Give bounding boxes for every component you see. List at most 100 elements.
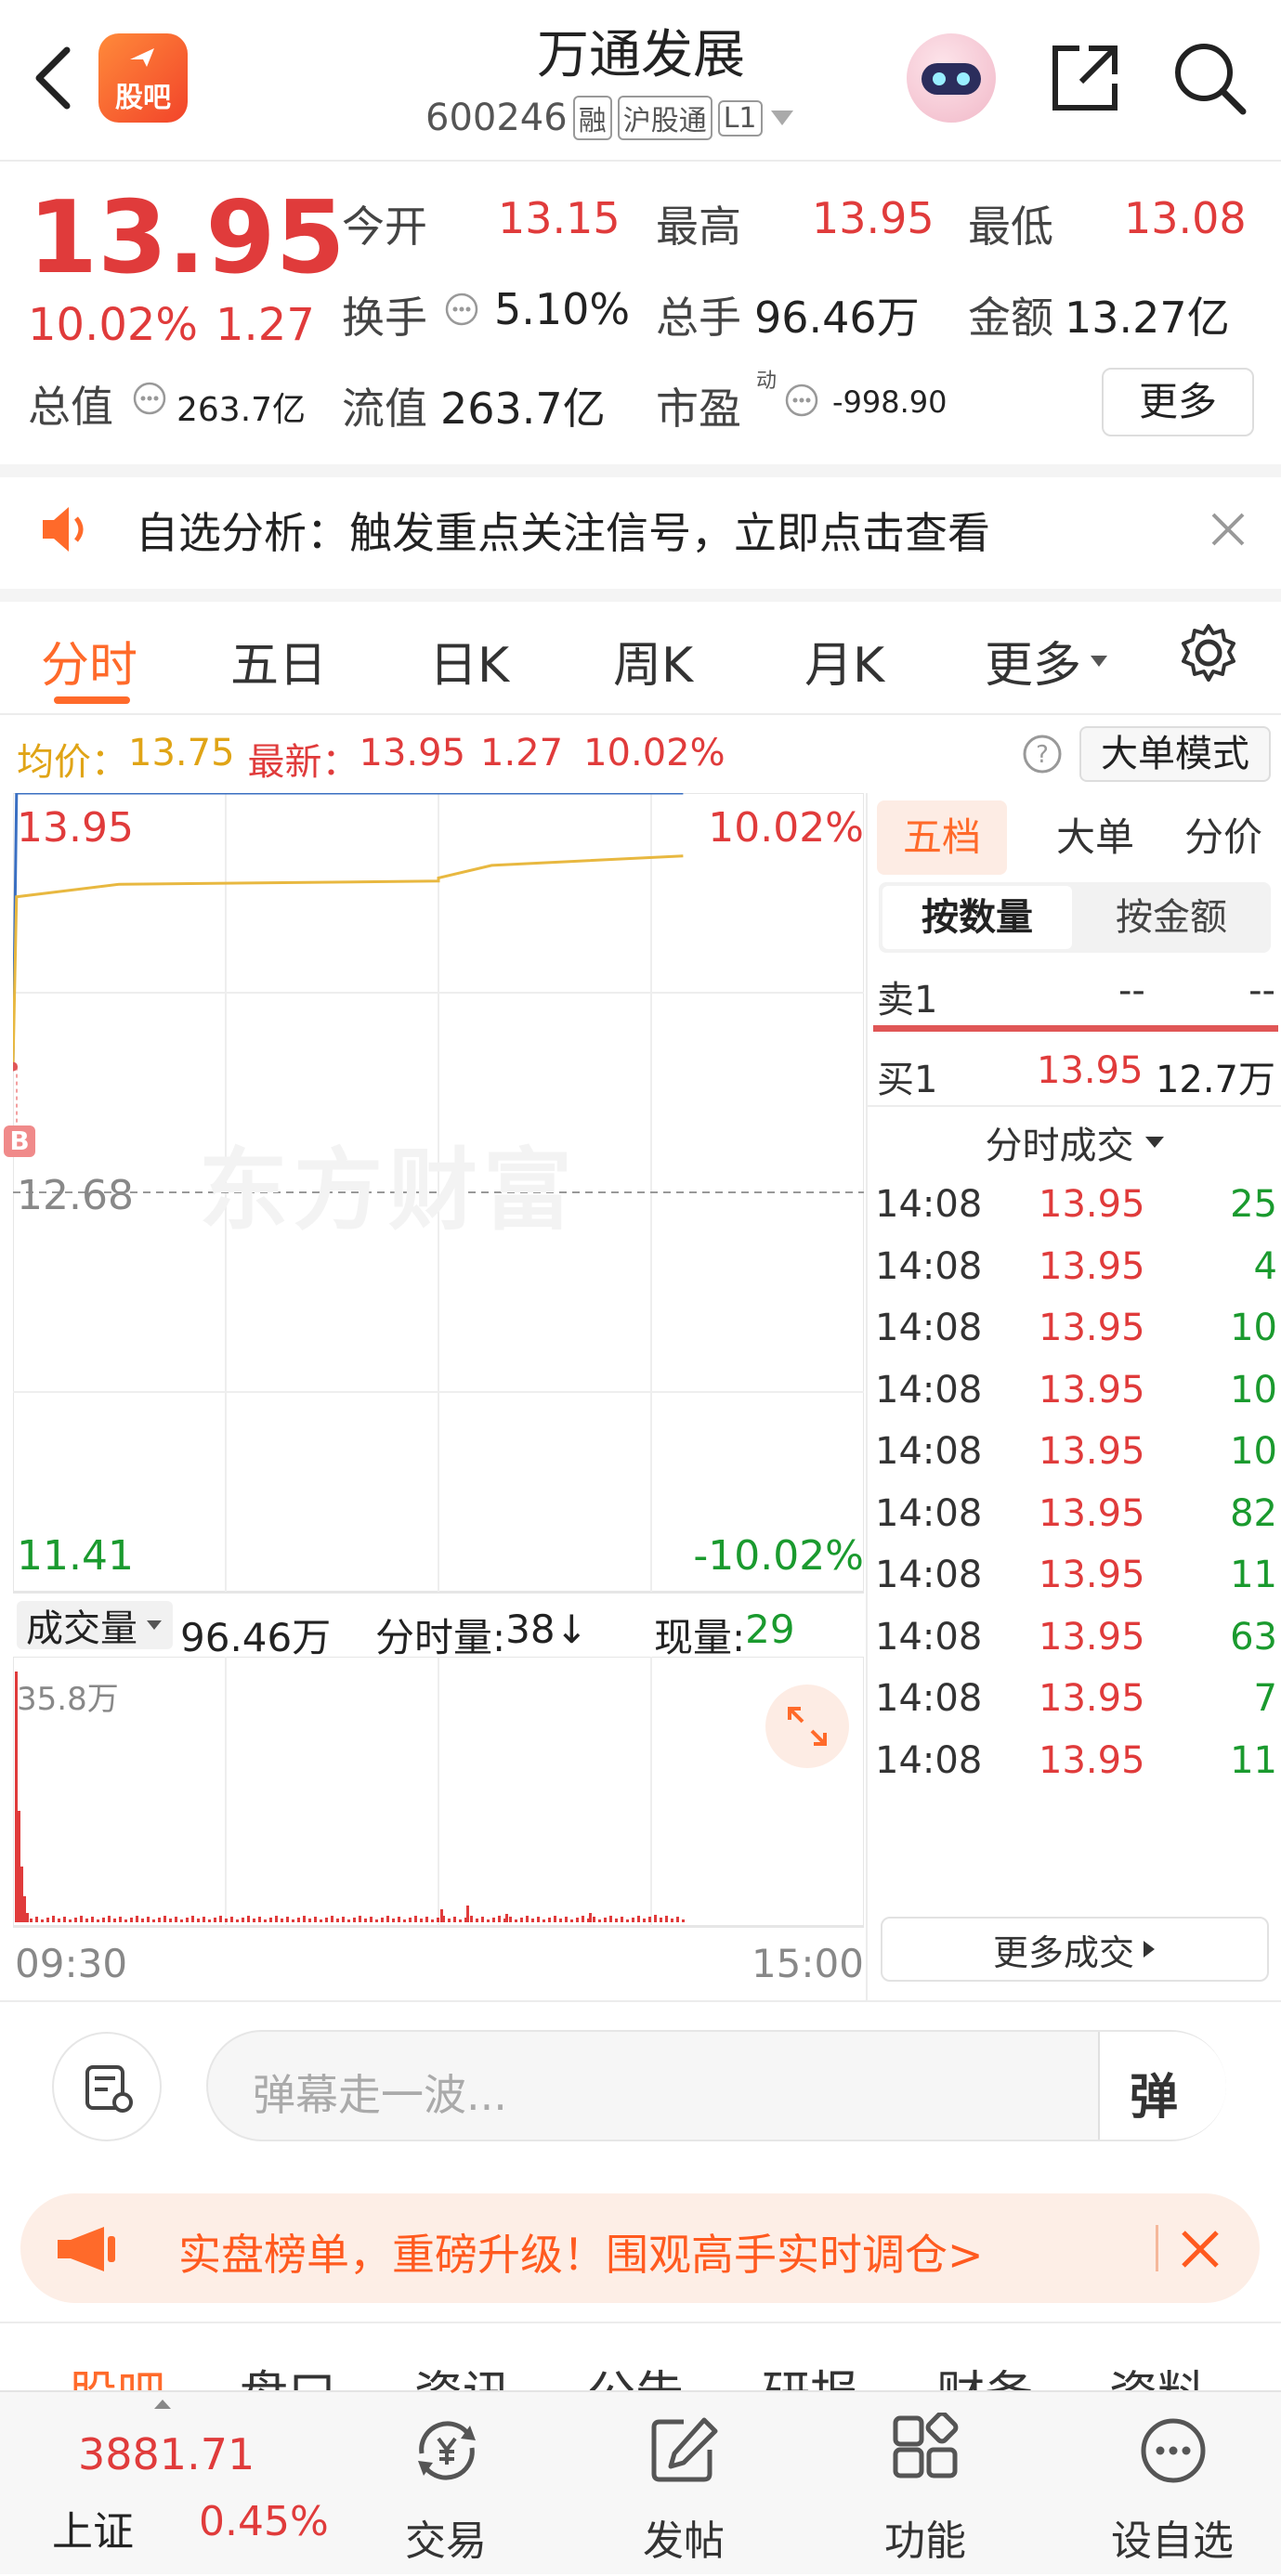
nav-post[interactable]: 发帖 <box>609 2392 758 2576</box>
gear-icon[interactable] <box>1176 620 1241 685</box>
tab-big-order[interactable]: 大单 <box>1035 800 1156 875</box>
volume-bar <box>505 1914 508 1922</box>
volume-bar <box>69 1919 72 1922</box>
intraday-chart[interactable]: 东方财富 13.95 10.02% 12.68 11.41 -10.02% B <box>4 793 864 1592</box>
volume-bar <box>281 1919 283 1922</box>
robot-avatar-icon[interactable] <box>907 33 996 123</box>
more-ticks-button[interactable]: 更多成交 <box>881 1917 1269 1982</box>
volume-bar <box>269 1918 272 1922</box>
buy1-price: 13.95 <box>1037 1049 1144 1092</box>
volume-bar <box>440 1909 443 1922</box>
volume-bar <box>392 1919 395 1922</box>
volume-selector[interactable]: 成交量 <box>17 1601 173 1650</box>
section-tab-guba[interactable]: 股吧 <box>69 2355 165 2390</box>
section-tab-announcements[interactable]: 公告 <box>587 2355 684 2390</box>
volume-bar <box>191 1916 194 1922</box>
search-icon[interactable] <box>1169 37 1252 121</box>
buy-marker[interactable]: B <box>4 1125 35 1157</box>
volume-max-label: 35.8万 <box>17 1681 119 1718</box>
guba-logo-text: 股吧 <box>115 82 171 114</box>
info-dots-icon[interactable] <box>784 383 819 418</box>
tick-volume: 11 <box>1230 1738 1277 1780</box>
high-value: 13.95 <box>812 193 935 243</box>
nav-trade[interactable]: 交易 <box>372 2392 520 2576</box>
volume-bar <box>526 1916 529 1922</box>
buy1-volume: 12.7万 <box>1155 1059 1275 1101</box>
volume-bar <box>230 1917 233 1922</box>
section-tab-profile[interactable]: 资料 <box>1109 2355 1206 2390</box>
tab-more[interactable]: 更多 <box>985 626 1109 696</box>
open-value: 13.15 <box>498 193 621 243</box>
volume-bar <box>615 1919 618 1922</box>
close-icon[interactable] <box>1176 2225 1224 2273</box>
volume-bar <box>347 1919 350 1922</box>
nav-add-watchlist[interactable]: 设自选 <box>1089 2392 1256 2576</box>
expand-button[interactable] <box>765 1685 849 1768</box>
volume-bar <box>660 1918 662 1922</box>
info-dots-icon[interactable] <box>444 292 479 327</box>
tab-five-day[interactable]: 五日 <box>230 626 327 696</box>
tab-price-dist[interactable]: 分价 <box>1163 800 1281 875</box>
subtab-by-amount[interactable]: 按金额 <box>1076 886 1267 949</box>
more-ticks-label: 更多成交 <box>992 1932 1134 1973</box>
section-tab-order-book[interactable]: 盘口 <box>240 2355 336 2390</box>
volume-bar <box>26 1913 29 1922</box>
tick-volume: 63 <box>1230 1615 1277 1659</box>
float-label: 流值 <box>342 384 427 434</box>
volume-bar <box>559 1919 562 1922</box>
nav-add-watchlist-label: 设自选 <box>1111 2517 1234 2565</box>
volume-bar <box>102 1918 105 1922</box>
volume-bar <box>448 1919 451 1922</box>
volume-bar <box>370 1917 373 1922</box>
close-icon[interactable] <box>1206 507 1250 552</box>
minute-volume-label: 分时量: <box>375 1615 506 1660</box>
info-dots-icon[interactable] <box>132 381 167 416</box>
volume-bar <box>570 1919 573 1922</box>
volume-bar <box>665 1916 668 1922</box>
volume-bar <box>589 1913 592 1922</box>
section-tab-research[interactable]: 研报 <box>762 2355 858 2390</box>
stock-subline[interactable]: 600246 融 沪股通 L1 <box>425 93 796 143</box>
tab-monthly-k[interactable]: 月K <box>804 626 884 696</box>
high-label: 最高 <box>656 202 741 252</box>
nav-functions[interactable]: 功能 <box>851 2392 1000 2576</box>
back-arrow-icon[interactable] <box>30 45 78 111</box>
tick-row: 14:08 13.95 63 <box>868 1608 1281 1670</box>
time-end: 15:00 <box>751 1941 864 1986</box>
more-button[interactable]: 更多 <box>1102 368 1254 436</box>
section-tab-news[interactable]: 资讯 <box>414 2355 511 2390</box>
share-icon[interactable] <box>1046 39 1124 117</box>
big-order-mode-button[interactable]: 大单模式 <box>1079 726 1271 782</box>
turnover-value: 5.10% <box>494 284 631 334</box>
danmaku-send-button[interactable]: 弹 <box>1100 2032 1226 2140</box>
tick-volume: 10 <box>1230 1368 1277 1412</box>
volume-chart-svg <box>13 1657 864 1926</box>
volume-header: 成交量 96.46万 分时量: 38↓ 现量: 29 <box>13 1592 864 1660</box>
promo-banner[interactable]: 实盘榜单，重磅升级！围观高手实时调仓> <box>20 2193 1260 2303</box>
section-tab-finance[interactable]: 财务 <box>936 2355 1033 2390</box>
volume-bar <box>466 1906 469 1922</box>
pct-min-label: -10.02% <box>693 1532 864 1580</box>
tick-time: 14:08 <box>875 1554 983 1596</box>
danmaku-input[interactable]: 弹幕走一波... 弹 <box>206 2030 1226 2141</box>
index-widget[interactable]: 3881.71 上证 0.45% <box>0 2392 390 2576</box>
tab-intraday[interactable]: 分时 <box>41 626 137 696</box>
volume-bar <box>158 1918 161 1922</box>
volume-bar <box>275 1916 278 1922</box>
volume-bar <box>554 1916 556 1922</box>
tab-weekly-k[interactable]: 周K <box>613 626 693 696</box>
tab-daily-k[interactable]: 日K <box>429 626 509 696</box>
volume-chart[interactable]: 35.8万 <box>13 1657 864 1926</box>
y-mid-label: 12.68 <box>17 1172 134 1219</box>
volume-bar <box>247 1916 250 1922</box>
tick-row: 14:08 13.95 7 <box>868 1670 1281 1731</box>
tick-time: 14:08 <box>875 1183 983 1226</box>
notice-bar[interactable]: 自选分析：触发重点关注信号，立即点击查看 <box>0 477 1281 589</box>
ticks-title[interactable]: 分时成交 <box>868 1114 1281 1170</box>
help-icon[interactable]: ? <box>1022 734 1063 774</box>
subtab-by-quantity[interactable]: 按数量 <box>882 886 1072 949</box>
tab-five-level[interactable]: 五档 <box>877 800 1007 875</box>
danmaku-settings-button[interactable] <box>52 2032 162 2141</box>
caret-down-icon <box>1091 655 1108 667</box>
guba-logo[interactable]: 股吧 <box>98 33 188 123</box>
